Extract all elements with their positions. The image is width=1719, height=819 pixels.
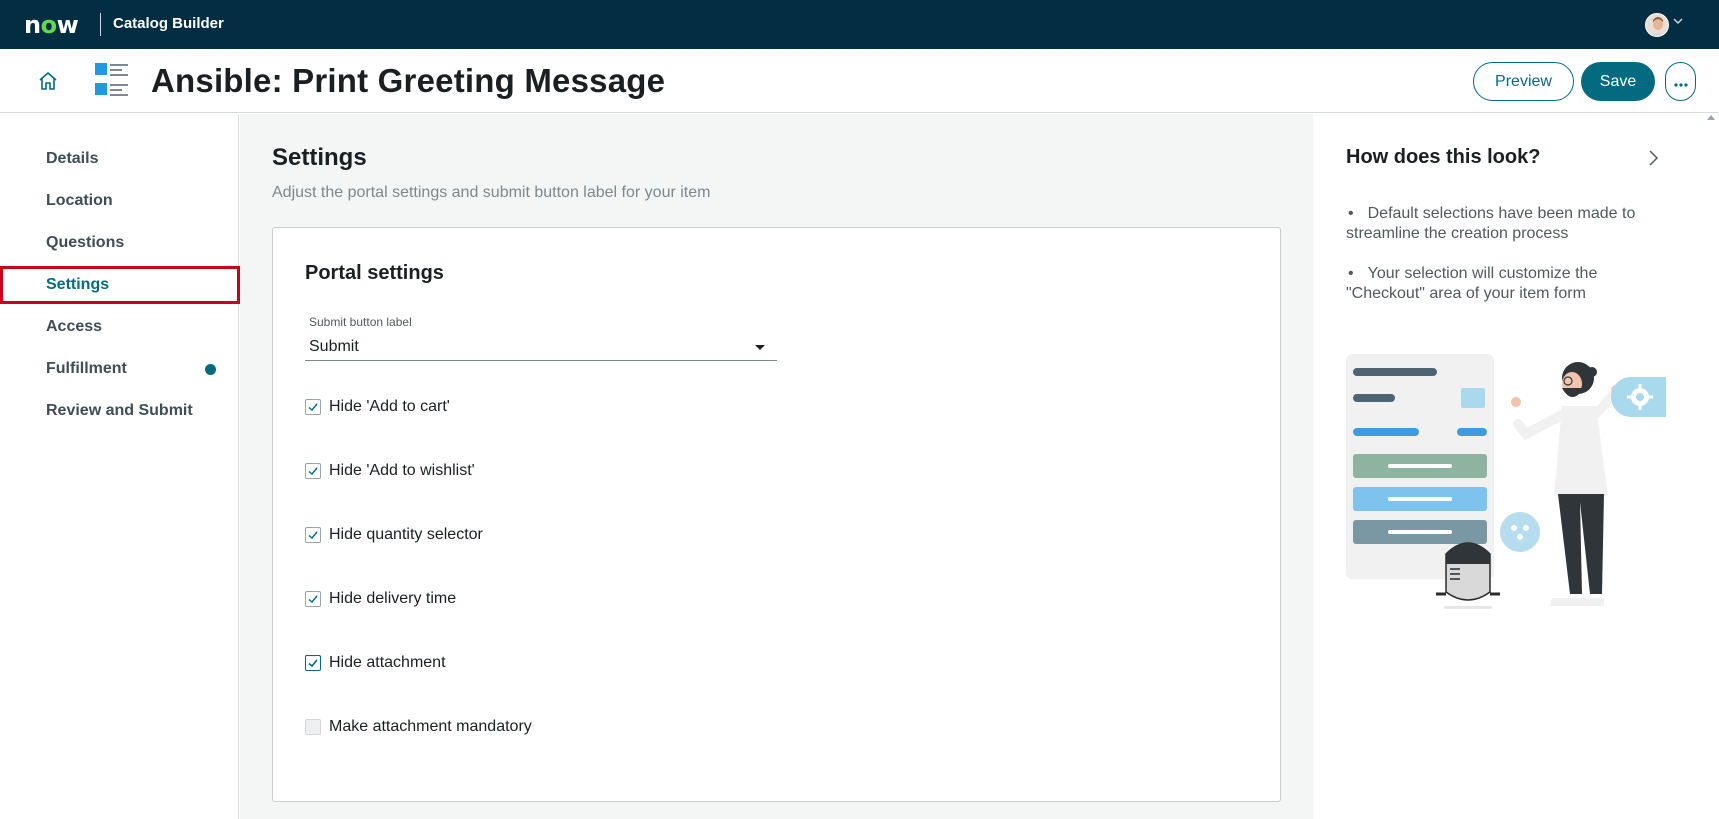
preview-button[interactable]: Preview <box>1473 62 1574 101</box>
checkbox-checked-icon[interactable] <box>305 527 321 543</box>
help-panel: How does this look? Default selections h… <box>1314 114 1719 819</box>
submit-button-label-select[interactable]: Submit <box>305 333 777 361</box>
top-navigation-bar: now Catalog Builder <box>0 0 1719 49</box>
checkbox-checked-icon[interactable] <box>305 655 321 671</box>
help-panel-title: How does this look? <box>1346 146 1541 168</box>
checkbox-label: Hide 'Add to wishlist' <box>329 462 475 479</box>
checkbox-label: Hide attachment <box>329 654 446 671</box>
card-title: Portal settings <box>305 262 444 284</box>
ellipsis-icon <box>1673 82 1688 87</box>
form-preview-illustration <box>1346 354 1666 639</box>
nav-item-fulfillment[interactable]: Fulfillment <box>0 350 239 388</box>
nav-item-label: Questions <box>46 234 125 251</box>
checkbox-label: Hide quantity selector <box>329 526 483 543</box>
more-options-button[interactable] <box>1665 62 1696 101</box>
nav-item-label: Access <box>46 318 103 335</box>
chevron-down-icon[interactable] <box>1673 17 1683 28</box>
nav-item-access[interactable]: Access <box>0 308 239 346</box>
checkbox-checked-icon[interactable] <box>305 463 321 479</box>
hide-add-to-wishlist-checkbox[interactable]: Hide 'Add to wishlist' <box>305 460 475 482</box>
select-value: Submit <box>309 337 359 355</box>
nav-item-label: Details <box>46 150 99 167</box>
nav-item-questions[interactable]: Questions <box>0 224 239 262</box>
user-avatar[interactable] <box>1645 13 1669 37</box>
main-content: Settings Adjust the portal settings and … <box>240 114 1313 819</box>
save-button[interactable]: Save <box>1581 62 1655 101</box>
page-header: Ansible: Print Greeting Message Preview … <box>0 49 1719 113</box>
nav-item-details[interactable]: Details <box>0 140 239 178</box>
nav-item-label: Fulfillment <box>46 360 127 377</box>
app-name: Catalog Builder <box>113 15 224 32</box>
now-logo[interactable]: now <box>24 11 79 39</box>
make-attachment-mandatory-checkbox[interactable]: Make attachment mandatory <box>305 716 532 738</box>
left-navigation: Details Location Questions Settings Acce… <box>0 114 240 819</box>
checkbox-label: Hide 'Add to cart' <box>329 398 450 415</box>
help-bullets: Default selections have been made to str… <box>1346 204 1676 324</box>
home-icon[interactable] <box>36 69 60 93</box>
checkbox-checked-icon[interactable] <box>305 399 321 415</box>
nav-item-label: Settings <box>46 276 110 293</box>
nav-item-review-and-submit[interactable]: Review and Submit <box>0 392 239 430</box>
hide-delivery-time-checkbox[interactable]: Hide delivery time <box>305 588 456 610</box>
checkbox-label: Make attachment mandatory <box>329 718 532 735</box>
submit-button-label-caption: Submit button label <box>309 315 412 329</box>
checkbox-label: Hide delivery time <box>329 590 457 607</box>
topbar-divider <box>100 13 101 36</box>
portal-settings-card: Portal settings Submit button label Subm… <box>272 227 1281 802</box>
help-bullet: Your selection will customize the "Check… <box>1346 264 1676 304</box>
hide-add-to-cart-checkbox[interactable]: Hide 'Add to cart' <box>305 396 450 418</box>
logo-text: now <box>24 11 79 39</box>
nav-item-location[interactable]: Location <box>0 182 239 220</box>
caret-down-icon <box>755 345 765 350</box>
section-subtitle: Adjust the portal settings and submit bu… <box>272 184 711 201</box>
nav-item-settings[interactable]: Settings <box>0 266 240 304</box>
incomplete-status-dot <box>205 364 216 375</box>
catalog-item-icon <box>95 63 129 97</box>
nav-item-label: Review and Submit <box>46 402 193 419</box>
checkbox-disabled-icon[interactable] <box>305 719 321 735</box>
checkbox-checked-icon[interactable] <box>305 591 321 607</box>
page-title: Ansible: Print Greeting Message <box>151 62 666 99</box>
scroll-up-arrow-icon[interactable] <box>1707 115 1715 120</box>
help-bullet: Default selections have been made to str… <box>1346 204 1676 244</box>
hide-quantity-selector-checkbox[interactable]: Hide quantity selector <box>305 524 483 546</box>
chevron-right-icon[interactable] <box>1645 148 1661 168</box>
hide-attachment-checkbox[interactable]: Hide attachment <box>305 652 446 674</box>
nav-item-label: Location <box>46 192 113 209</box>
section-title: Settings <box>272 144 367 171</box>
avatar-image <box>1646 14 1668 36</box>
